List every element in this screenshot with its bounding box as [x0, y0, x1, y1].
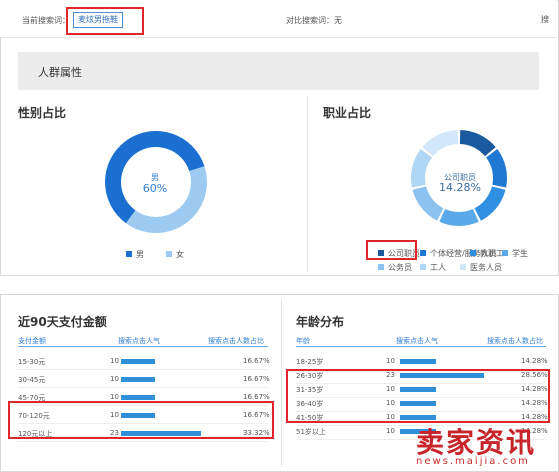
age-highlight-box	[286, 369, 550, 423]
legend-swatch	[502, 250, 508, 256]
age-col-share: 搜索点击人数占比	[487, 337, 543, 345]
legend-label: 男	[136, 250, 144, 259]
header-underline	[18, 346, 268, 347]
age-col-popularity: 搜索点击人气	[396, 337, 438, 345]
age-distribution-title: 年龄分布	[296, 315, 345, 329]
gender-ratio-title: 性别占比	[18, 106, 67, 120]
compare-keyword-label[interactable]: 对比搜索词：无	[286, 15, 342, 26]
pay-col-share: 搜索点击人数占比	[208, 337, 264, 345]
row-popularity-value: 10	[386, 357, 395, 365]
panel-divider	[281, 300, 282, 466]
legend-swatch	[420, 264, 426, 270]
panel-divider	[307, 96, 308, 272]
row-popularity-value: 10	[386, 427, 395, 435]
legend-item-student[interactable]: 学生	[502, 248, 528, 259]
legend-item-civil-servant[interactable]: 公务员	[378, 262, 412, 273]
header-underline	[296, 346, 546, 347]
payment-amount-title: 近90天支付金额	[18, 315, 107, 329]
row-label: 30-45元	[18, 376, 46, 384]
row-share-value: 16.67%	[243, 393, 270, 401]
legend-item-male[interactable]: 男	[126, 249, 144, 260]
row-bar	[121, 377, 155, 382]
row-separator	[18, 387, 268, 388]
occupation-highlight-box	[366, 240, 417, 260]
donut-slice[interactable]	[411, 149, 432, 188]
pay-col-popularity: 搜索点击人气	[118, 337, 160, 345]
legend-label: 医务人员	[470, 263, 502, 272]
search-bar-right-text[interactable]: 搜	[541, 14, 549, 25]
watermark-logo: 卖家资讯	[416, 426, 536, 458]
legend-item-worker[interactable]: 工人	[420, 262, 446, 273]
legend-swatch	[420, 250, 426, 256]
legend-item-teacher[interactable]: 教职工	[470, 248, 504, 259]
legend-label: 工人	[430, 263, 446, 272]
legend-label: 教职工	[480, 249, 504, 258]
donut-slice[interactable]	[439, 209, 479, 226]
payment-highlight-box	[8, 401, 274, 439]
pay-col-amount: 支付金额	[18, 337, 46, 345]
legend-label: 学生	[512, 249, 528, 258]
legend-item-female[interactable]: 女	[166, 249, 184, 260]
row-separator	[18, 369, 268, 370]
watermark-url: news.maijia.com	[416, 456, 530, 467]
row-bar	[400, 359, 436, 364]
row-share-value: 14.28%	[521, 357, 548, 365]
occupation-center-value: 14.28%	[439, 181, 481, 194]
gender-center-value: 60%	[142, 182, 168, 195]
row-separator	[18, 441, 268, 442]
donut-slice[interactable]	[422, 130, 459, 157]
legend-swatch	[166, 251, 172, 257]
occupation-ratio-title: 职业占比	[323, 106, 372, 120]
legend-swatch	[460, 264, 466, 270]
crowd-section-header: 人群属性	[18, 52, 539, 90]
legend-swatch	[470, 250, 476, 256]
legend-label: 公务员	[388, 263, 412, 272]
crowd-section-title: 人群属性	[38, 66, 82, 79]
row-share-value: 16.67%	[243, 357, 270, 365]
legend-swatch	[126, 251, 132, 257]
donut-slice[interactable]	[459, 130, 496, 157]
row-bar	[121, 395, 155, 400]
row-popularity-value: 10	[110, 393, 119, 401]
legend-label: 女	[176, 250, 184, 259]
row-bar	[121, 359, 155, 364]
row-label: 18-25岁	[296, 358, 324, 366]
current-keyword-label: 当前搜索词：	[22, 16, 70, 25]
row-popularity-value: 10	[110, 357, 119, 365]
row-label: 51岁以上	[296, 428, 326, 436]
row-share-value: 16.67%	[243, 375, 270, 383]
row-label: 15-30元	[18, 358, 46, 366]
legend-swatch	[378, 264, 384, 270]
keyword-highlight-box	[66, 7, 144, 35]
legend-item-medical-staff[interactable]: 医务人员	[460, 262, 502, 273]
row-popularity-value: 10	[110, 375, 119, 383]
age-col-age: 年龄	[296, 337, 310, 345]
watermark-logo-text: 卖家资讯	[416, 426, 536, 458]
